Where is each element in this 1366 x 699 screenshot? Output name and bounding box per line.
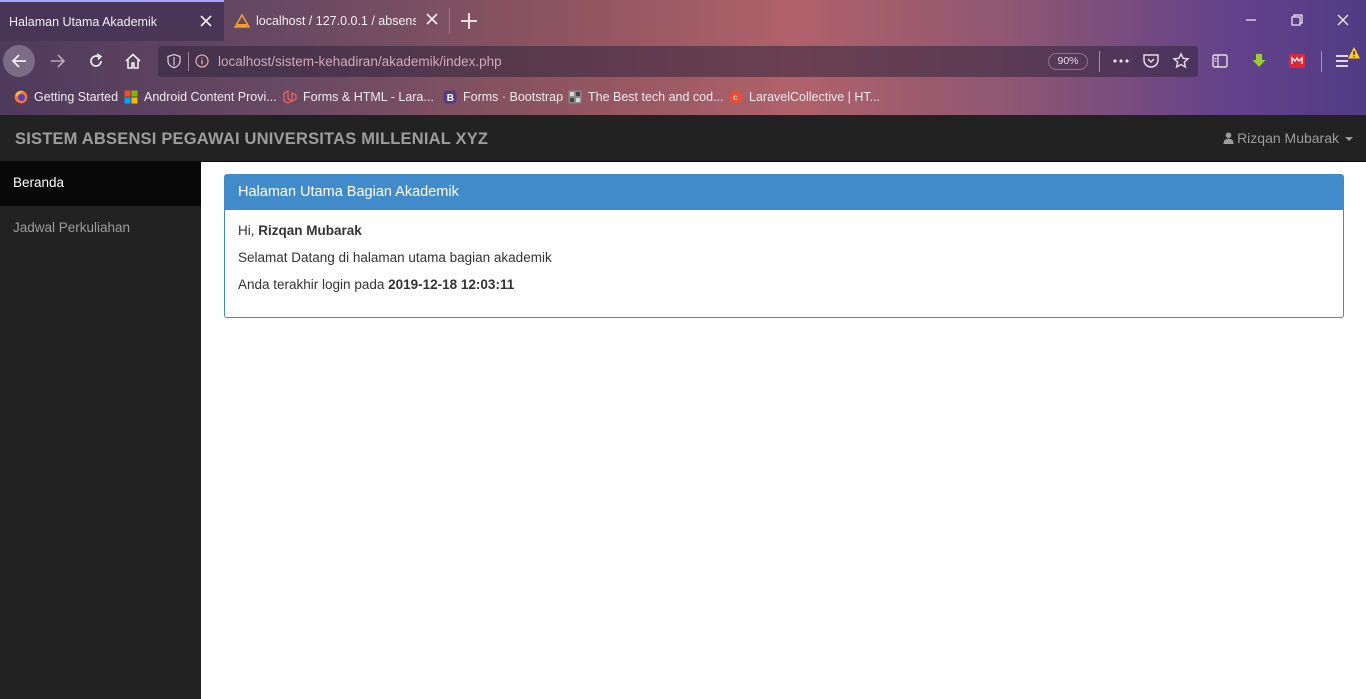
- chevron-down-icon: [1345, 137, 1353, 141]
- extension-icon[interactable]: [1288, 52, 1306, 70]
- laravel-icon: [283, 90, 297, 104]
- windows-grid-icon: [124, 90, 138, 104]
- bookmark-label: LaravelCollective | HT...: [749, 90, 881, 104]
- close-tab-icon[interactable]: [424, 11, 440, 27]
- restore-icon[interactable]: [1289, 12, 1305, 28]
- bootstrap-icon: B: [443, 90, 457, 104]
- bookmark-label: Forms · Bootstrap: [463, 90, 564, 104]
- app-top-navbar: SISTEM ABSENSI PEGAWAI UNIVERSITAS MILLE…: [0, 115, 1366, 162]
- user-icon: [1223, 132, 1234, 144]
- last-login-time: 2019-12-18 12:03:11: [388, 277, 515, 292]
- bookmarks-toolbar: Getting Started Android Content Provi...…: [0, 84, 1366, 112]
- phpmyadmin-icon: [234, 13, 250, 28]
- panel-heading: Halaman Utama Bagian Akademik: [225, 175, 1343, 210]
- toolbar-divider: [1099, 51, 1100, 72]
- bookmark-label: Android Content Provi...: [144, 90, 277, 104]
- greeting-line: Hi, Rizqan Mubarak: [238, 222, 1330, 240]
- sidebar: Beranda Jadwal Perkuliahan: [0, 162, 201, 699]
- bookmark-star-icon[interactable]: [1172, 52, 1190, 70]
- page-actions-ellipsis-icon[interactable]: [1112, 52, 1130, 70]
- forward-arrow-icon: [51, 54, 66, 68]
- home-icon: [125, 53, 141, 69]
- bookmark-forms-bootstrap[interactable]: B Forms · Bootstrap: [443, 90, 563, 104]
- bookmark-laravelcollective[interactable]: c LaravelCollective | HT...: [729, 90, 880, 104]
- bookmark-label: The Best tech and cod...: [588, 90, 724, 104]
- new-tab-plus-icon[interactable]: [458, 10, 480, 32]
- toolbar-divider: [1321, 51, 1322, 72]
- user-name: Rizqan Mubarak: [1237, 130, 1339, 146]
- tab-bar: Halaman Utama Akademik localhost / 127.0…: [0, 0, 1366, 41]
- tab-separator: [449, 8, 450, 34]
- laravelcollective-icon: c: [729, 90, 743, 104]
- bookmark-best-tech[interactable]: The Best tech and cod...: [568, 90, 724, 104]
- close-tab-icon[interactable]: [198, 13, 214, 29]
- user-dropdown-toggle[interactable]: Rizqan Mubarak: [1223, 130, 1353, 146]
- reload-icon: [90, 53, 103, 67]
- sidebar-item-beranda[interactable]: Beranda: [0, 162, 201, 206]
- home-button[interactable]: [117, 45, 149, 77]
- bookmark-forms-html-laravel[interactable]: Forms & HTML - Lara...: [283, 90, 434, 104]
- sidebar-toggle-icon[interactable]: [1211, 52, 1229, 70]
- zoom-level-badge[interactable]: 90%: [1048, 53, 1088, 70]
- tab-phpmyadmin[interactable]: localhost / 127.0.0.1 / absensi: [224, 0, 450, 41]
- last-login-line: Anda terakhir login pada 2019-12-18 12:0…: [238, 276, 1330, 294]
- tab-title: localhost / 127.0.0.1 / absensi: [256, 13, 416, 28]
- reload-button[interactable]: [80, 45, 112, 77]
- svg-text:c: c: [733, 93, 737, 102]
- sidebar-item-jadwal-perkuliahan[interactable]: Jadwal Perkuliahan: [0, 207, 201, 251]
- close-window-icon[interactable]: [1335, 12, 1351, 28]
- panel-body: Hi, Rizqan Mubarak Selamat Datang di hal…: [225, 210, 1343, 315]
- svg-text:B: B: [447, 93, 454, 104]
- bookmark-android-content-provider[interactable]: Android Content Provi...: [124, 90, 277, 104]
- site-info-icon[interactable]: [194, 53, 210, 69]
- forward-button[interactable]: [42, 45, 74, 77]
- bookmark-label: Getting Started: [34, 90, 119, 104]
- navigation-toolbar: localhost/sistem-kehadiran/akademik/inde…: [0, 41, 1366, 82]
- download-icon[interactable]: [1250, 52, 1268, 70]
- greeting-prefix: Hi,: [238, 223, 259, 238]
- update-warning-icon: [1348, 47, 1360, 59]
- tab-title: Halaman Utama Akademik: [9, 14, 157, 29]
- app-brand-title[interactable]: SISTEM ABSENSI PEGAWAI UNIVERSITAS MILLE…: [15, 130, 488, 149]
- bookmark-label: Forms & HTML - Lara...: [303, 90, 434, 104]
- last-login-prefix: Anda terakhir login pada: [238, 277, 389, 292]
- address-bar[interactable]: localhost/sistem-kehadiran/akademik/inde…: [158, 46, 1198, 77]
- minimize-icon[interactable]: [1243, 12, 1259, 28]
- url-divider: [188, 52, 189, 71]
- firefox-icon: [14, 90, 28, 104]
- back-button[interactable]: [3, 45, 35, 77]
- welcome-panel: Halaman Utama Bagian Akademik Hi, Rizqan…: [224, 174, 1344, 318]
- pocket-icon[interactable]: [1142, 52, 1160, 70]
- welcome-message: Selamat Datang di halaman utama bagian a…: [238, 250, 552, 265]
- bookmark-getting-started[interactable]: Getting Started: [14, 90, 118, 104]
- site-thumbnail-icon: [568, 90, 582, 104]
- back-arrow-icon: [11, 54, 26, 68]
- greeting-name: Rizqan Mubarak: [258, 223, 362, 238]
- tab-halaman-utama[interactable]: Halaman Utama Akademik: [0, 0, 224, 41]
- browser-chrome: Halaman Utama Akademik localhost / 127.0…: [0, 0, 1366, 115]
- url-text[interactable]: localhost/sistem-kehadiran/akademik/inde…: [218, 54, 502, 69]
- tracking-protection-shield-icon[interactable]: [166, 53, 182, 69]
